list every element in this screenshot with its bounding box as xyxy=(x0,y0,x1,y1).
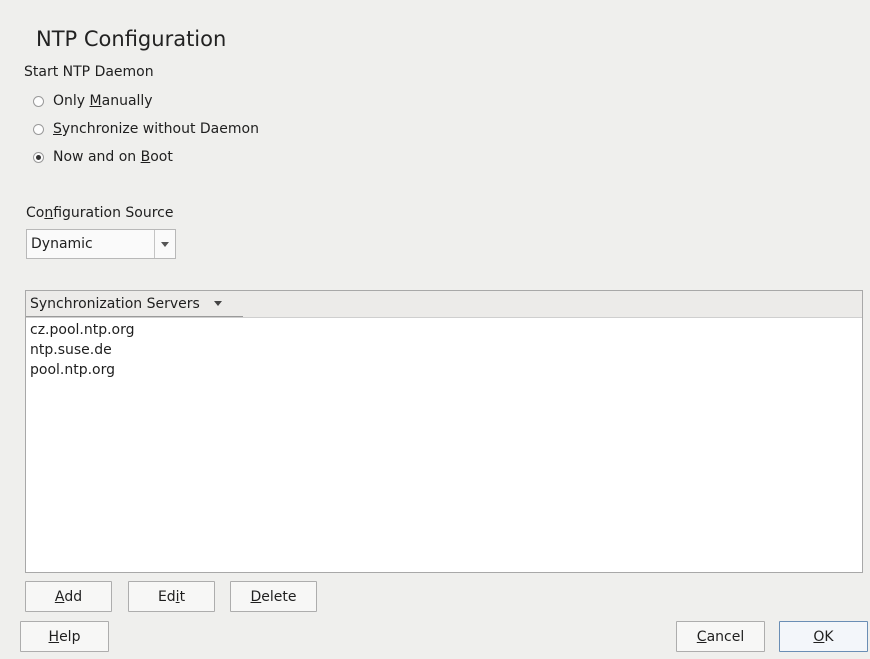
radio-indicator[interactable] xyxy=(33,95,44,107)
start-daemon-label: Start NTP Daemon xyxy=(24,64,154,80)
table-header: Synchronization Servers xyxy=(26,291,862,318)
config-source-label: Configuration Source xyxy=(26,205,174,221)
radio-label: Only Manually xyxy=(53,93,153,109)
page-title: NTP Configuration xyxy=(36,27,227,51)
radio-sync-without-daemon[interactable]: Synchronize without Daemon xyxy=(33,119,259,139)
delete-button[interactable]: Delete xyxy=(230,581,317,612)
edit-button[interactable]: Ed i t xyxy=(128,581,215,612)
config-source-value: Dynamic xyxy=(31,236,93,252)
ok-button[interactable]: OK xyxy=(779,621,868,652)
chevron-down-icon[interactable] xyxy=(155,241,175,247)
radio-indicator-checked[interactable] xyxy=(33,151,44,163)
radio-label: Now and on Boot xyxy=(53,149,173,165)
table-row[interactable]: ntp.suse.de xyxy=(26,340,862,360)
cancel-button[interactable]: Cancel xyxy=(676,621,765,652)
radio-indicator[interactable] xyxy=(33,123,44,135)
sort-arrow-icon xyxy=(213,301,222,306)
table-row[interactable]: pool.ntp.org xyxy=(26,360,862,380)
table-row[interactable]: cz.pool.ntp.org xyxy=(26,320,862,340)
help-button[interactable]: Help xyxy=(20,621,109,652)
column-header-label: Synchronization Servers xyxy=(30,295,200,312)
column-header-servers[interactable]: Synchronization Servers xyxy=(26,291,243,317)
config-source-dropdown[interactable]: Dynamic xyxy=(26,229,176,259)
add-button[interactable]: Add xyxy=(25,581,112,612)
servers-table[interactable]: Synchronization Servers cz.pool.ntp.org … xyxy=(25,290,863,573)
radio-only-manually[interactable]: Only Manually xyxy=(33,91,153,111)
radio-label: Synchronize without Daemon xyxy=(53,121,259,137)
radio-now-and-on-boot[interactable]: Now and on Boot xyxy=(33,147,173,167)
table-body: cz.pool.ntp.org ntp.suse.de pool.ntp.org xyxy=(26,318,862,380)
